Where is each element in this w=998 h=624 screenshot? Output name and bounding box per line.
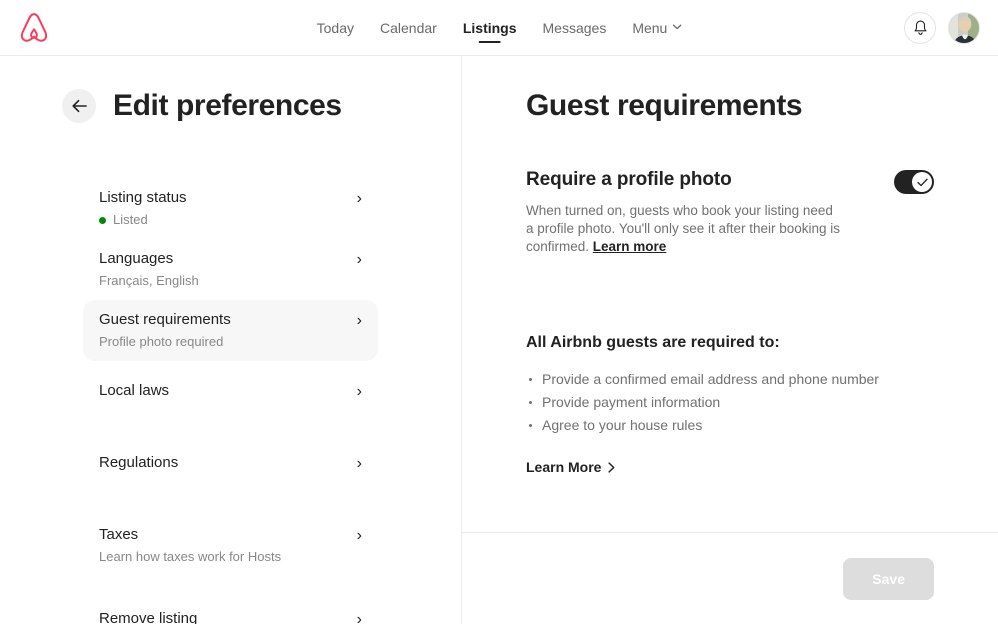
nav-label: Listings bbox=[463, 20, 517, 36]
item-subtitle: Français, English bbox=[99, 272, 199, 290]
sidebar-item-remove-listing[interactable]: Remove listing › bbox=[83, 599, 378, 624]
requirements-heading: All Airbnb guests are required to: bbox=[526, 332, 934, 354]
item-title: Listing status bbox=[99, 188, 187, 208]
toggle-knob bbox=[912, 172, 932, 192]
sidebar-item-languages[interactable]: Languages Français, English › bbox=[83, 239, 378, 300]
chevron-right-icon: › bbox=[357, 526, 362, 546]
profile-photo-setting: Require a profile photo When turned on, … bbox=[526, 168, 934, 256]
item-subtitle-text: Learn how taxes work for Hosts bbox=[99, 548, 281, 566]
nav-item-messages[interactable]: Messages bbox=[543, 0, 607, 56]
airbnb-logo[interactable] bbox=[18, 11, 50, 45]
nav-label: Menu bbox=[632, 20, 667, 36]
nav-label: Messages bbox=[543, 20, 607, 36]
user-avatar[interactable] bbox=[948, 12, 980, 44]
learn-more-button[interactable]: Learn More bbox=[526, 459, 615, 475]
nav-item-today[interactable]: Today bbox=[317, 0, 354, 56]
item-subtitle-text: Listed bbox=[113, 211, 148, 229]
item-title: Guest requirements bbox=[99, 310, 231, 330]
preferences-list: Listing status Listed › Languages França… bbox=[91, 178, 370, 624]
description-text: When turned on, guests who book your lis… bbox=[526, 203, 840, 254]
requirements-list: Provide a confirmed email address and ph… bbox=[526, 368, 934, 437]
guest-requirements-info: All Airbnb guests are required to: Provi… bbox=[526, 332, 934, 477]
list-item: Provide payment information bbox=[526, 391, 934, 414]
sidebar-item-guest-requirements[interactable]: Guest requirements Profile photo require… bbox=[83, 300, 378, 361]
nav-label: Today bbox=[317, 20, 354, 36]
main-content: Edit preferences Listing status Listed ›… bbox=[0, 56, 998, 624]
header-actions bbox=[904, 12, 980, 44]
page-title-row: Edit preferences bbox=[0, 88, 461, 124]
item-texts: Taxes Learn how taxes work for Hosts bbox=[99, 525, 281, 566]
item-texts: Remove listing bbox=[99, 609, 197, 624]
bell-icon bbox=[913, 20, 928, 36]
require-profile-photo-toggle[interactable] bbox=[894, 170, 934, 194]
item-title: Languages bbox=[99, 249, 199, 269]
sidebar-item-taxes[interactable]: Taxes Learn how taxes work for Hosts › bbox=[83, 515, 378, 576]
chevron-right-icon: › bbox=[357, 454, 362, 474]
notifications-button[interactable] bbox=[904, 12, 936, 44]
item-title: Local laws bbox=[99, 381, 169, 401]
sidebar-item-regulations[interactable]: Regulations › bbox=[83, 443, 378, 491]
section-title: Guest requirements bbox=[526, 88, 934, 124]
chevron-right-icon bbox=[608, 462, 615, 473]
item-texts: Languages Français, English bbox=[99, 249, 199, 290]
item-subtitle-text: Profile photo required bbox=[99, 333, 223, 351]
item-texts: Guest requirements Profile photo require… bbox=[99, 310, 231, 351]
arrow-left-icon bbox=[72, 99, 87, 113]
item-texts: Local laws bbox=[99, 381, 169, 401]
setting-description: When turned on, guests who book your lis… bbox=[526, 202, 844, 256]
setting-text: Require a profile photo When turned on, … bbox=[526, 168, 844, 256]
item-subtitle-text: Français, English bbox=[99, 272, 199, 290]
chevron-right-icon: › bbox=[357, 250, 362, 270]
learn-more-label: Learn More bbox=[526, 459, 601, 475]
avatar-photo bbox=[949, 13, 980, 44]
list-item: Agree to your house rules bbox=[526, 414, 934, 437]
item-subtitle: Profile photo required bbox=[99, 333, 231, 351]
item-title: Remove listing bbox=[99, 609, 197, 624]
item-texts: Listing status Listed bbox=[99, 188, 187, 229]
app-header: Today Calendar Listings Messages Menu bbox=[0, 0, 998, 56]
check-icon bbox=[917, 178, 928, 187]
item-texts: Regulations bbox=[99, 453, 178, 473]
item-subtitle: Listed bbox=[99, 211, 187, 229]
nav-item-calendar[interactable]: Calendar bbox=[380, 0, 437, 56]
detail-panel: Guest requirements Require a profile pho… bbox=[462, 56, 998, 624]
detail-content: Guest requirements Require a profile pho… bbox=[462, 56, 998, 477]
preferences-panel: Edit preferences Listing status Listed ›… bbox=[0, 56, 462, 624]
airbnb-logo-icon bbox=[19, 12, 49, 44]
chevron-right-icon: › bbox=[357, 189, 362, 209]
sidebar-item-local-laws[interactable]: Local laws › bbox=[83, 371, 378, 419]
detail-footer: Save bbox=[462, 532, 998, 624]
main-nav: Today Calendar Listings Messages Menu bbox=[317, 0, 682, 56]
chevron-right-icon: › bbox=[357, 610, 362, 624]
item-title: Taxes bbox=[99, 525, 281, 545]
chevron-down-icon bbox=[672, 23, 681, 33]
item-subtitle: Learn how taxes work for Hosts bbox=[99, 548, 281, 566]
learn-more-inline-link[interactable]: Learn more bbox=[593, 239, 667, 254]
nav-label: Calendar bbox=[380, 20, 437, 36]
chevron-right-icon: › bbox=[357, 311, 362, 331]
page-title: Edit preferences bbox=[113, 88, 342, 124]
chevron-right-icon: › bbox=[357, 382, 362, 402]
status-dot bbox=[99, 217, 106, 224]
nav-item-listings[interactable]: Listings bbox=[463, 0, 517, 56]
sidebar-item-listing-status[interactable]: Listing status Listed › bbox=[83, 178, 378, 239]
nav-item-menu[interactable]: Menu bbox=[632, 0, 681, 56]
list-item: Provide a confirmed email address and ph… bbox=[526, 368, 934, 391]
back-button[interactable] bbox=[62, 89, 96, 123]
save-button[interactable]: Save bbox=[843, 558, 934, 600]
setting-label: Require a profile photo bbox=[526, 168, 844, 192]
item-title: Regulations bbox=[99, 453, 178, 473]
